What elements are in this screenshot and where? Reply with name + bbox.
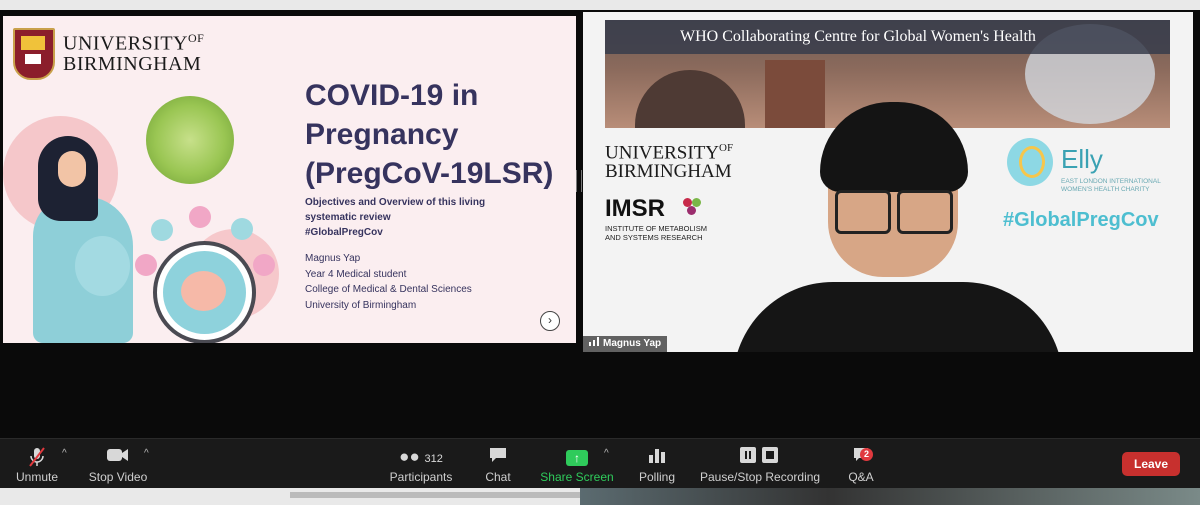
imsr-subtitle-line: AND SYSTEMS RESEARCH [605,233,703,242]
pause-stop-recording-button[interactable]: Pause/Stop Recording [700,439,821,489]
stop-video-button[interactable]: Stop Video [86,439,150,489]
author-line: Year 4 Medical student [305,268,407,280]
participants-label: Participants [389,470,453,484]
uob-logo-background: UNIVERSITYOF BIRMINGHAM [605,139,733,181]
qa-badge: 2 [860,448,873,461]
split-divider-handle[interactable] [576,170,582,192]
fetus-icon [181,271,226,311]
zoom-window: UNIVERSITYOF BIRMINGHAM COVID-19 in Preg… [0,0,1200,505]
slide-title: COVID-19 in Pregnancy (PregCoV-19LSR) [305,79,554,190]
elly-subtitle-line: EAST LONDON INTERNATIONAL [1061,178,1161,185]
pause-stop-icon [740,447,778,463]
slide-subtitle: Objectives and Overview of this living s… [305,195,535,240]
bar-chart-icon [636,446,678,468]
building-dome [635,70,745,128]
scrollbar[interactable] [290,492,580,498]
next-slide-button[interactable]: › [540,311,560,331]
subtitle-line: systematic review [305,212,391,223]
uob-name: BIRMINGHAM [63,52,202,75]
banner-title: WHO Collaborating Centre for Global Wome… [680,28,1036,45]
meeting-toolbar: Unmute ^ Stop Video ^ ●● 312 Participant… [0,438,1200,489]
video-camera-icon [86,446,150,468]
polling-label: Polling [638,470,676,484]
shared-slide: UNIVERSITYOF BIRMINGHAM COVID-19 in Preg… [3,16,576,343]
uob-of: OF [188,31,205,45]
uob-university: UNIVERSITY [63,32,188,55]
chat-label: Chat [485,470,511,484]
recording-label: Pause/Stop Recording [700,470,821,484]
participants-button[interactable]: ●● 312 Participants [388,439,454,489]
leave-button[interactable]: Leave [1122,452,1180,476]
bottom-strip [0,488,1200,505]
test-tube-icon [135,254,157,276]
elly-subtitle: EAST LONDON INTERNATIONAL WOMEN'S HEALTH… [1061,178,1181,194]
uob-university: UNIVERSITY [605,142,719,164]
participant-name-tag: Magnus Yap [583,336,668,352]
elly-subtitle-line: WOMEN'S HEALTH CHARITY [1061,186,1150,193]
stethoscope-icon [151,219,173,241]
chat-bubble-icon [480,446,516,468]
belly-illustration [75,236,130,296]
participant-name: Magnus Yap [603,338,662,349]
background-image-strip [580,488,1200,505]
share-screen-button[interactable]: ↑ Share Screen [540,439,614,489]
stop-video-label: Stop Video [88,470,148,484]
video-options-caret-icon[interactable]: ^ [144,448,149,459]
woman-face-illustration [58,151,86,187]
author-line: College of Medical & Dental Sciences [305,284,472,295]
virus-icon [146,96,234,184]
building-tower [765,60,825,128]
uob-name: BIRMINGHAM [605,161,732,183]
chat-button[interactable]: Chat [480,439,516,489]
audio-options-caret-icon[interactable]: ^ [62,448,67,459]
imsr-subtitle-line: INSTITUTE OF METABOLISM [605,224,707,233]
subtitle-line: Objectives and Overview of this living [305,197,486,208]
participants-icon: ●● [399,447,420,466]
author-line: Magnus Yap [305,253,361,264]
uob-logo: UNIVERSITYOF BIRMINGHAM [13,28,204,80]
chevron-right-icon: › [548,313,552,327]
unmute-label: Unmute [15,470,59,484]
glasses [835,190,955,234]
slide-author: Magnus Yap Year 4 Medical student Colleg… [305,251,535,313]
person-body [733,282,1063,352]
author-line: University of Birmingham [305,299,417,311]
elly-logo-icon [1007,138,1053,186]
imsr-subtitle: INSTITUTE OF METABOLISM AND SYSTEMS RESE… [605,224,725,242]
vial-icon [189,206,211,228]
monitor-icon [231,218,253,240]
qa-button[interactable]: 2 Q&A [846,439,876,489]
speaker-video: WHO Collaborating Centre for Global Wome… [583,12,1193,352]
syringe-icon [253,254,275,276]
share-options-caret-icon[interactable]: ^ [604,448,609,459]
top-strip [0,0,1200,10]
muted-microphone-icon [12,446,62,468]
polling-button[interactable]: Polling [636,439,678,489]
imsr-logo: IMSR [605,195,665,222]
qa-chat-icon: 2 [846,446,876,468]
hashtag-text: #GlobalPregCov [1003,209,1159,231]
share-arrow-icon: ↑ [566,450,588,466]
uob-of: OF [719,142,734,154]
share-screen-label: Share Screen [540,470,614,484]
elly-logo: Elly [1061,144,1103,174]
subtitle-hashtag: #GlobalPregCov [305,227,383,238]
imsr-dots-icon [683,198,705,218]
participants-count: 312 [424,453,443,465]
uob-crest-icon [13,28,55,80]
signal-icon [589,337,599,346]
unmute-button[interactable]: Unmute [12,439,62,489]
qa-label: Q&A [848,470,874,484]
